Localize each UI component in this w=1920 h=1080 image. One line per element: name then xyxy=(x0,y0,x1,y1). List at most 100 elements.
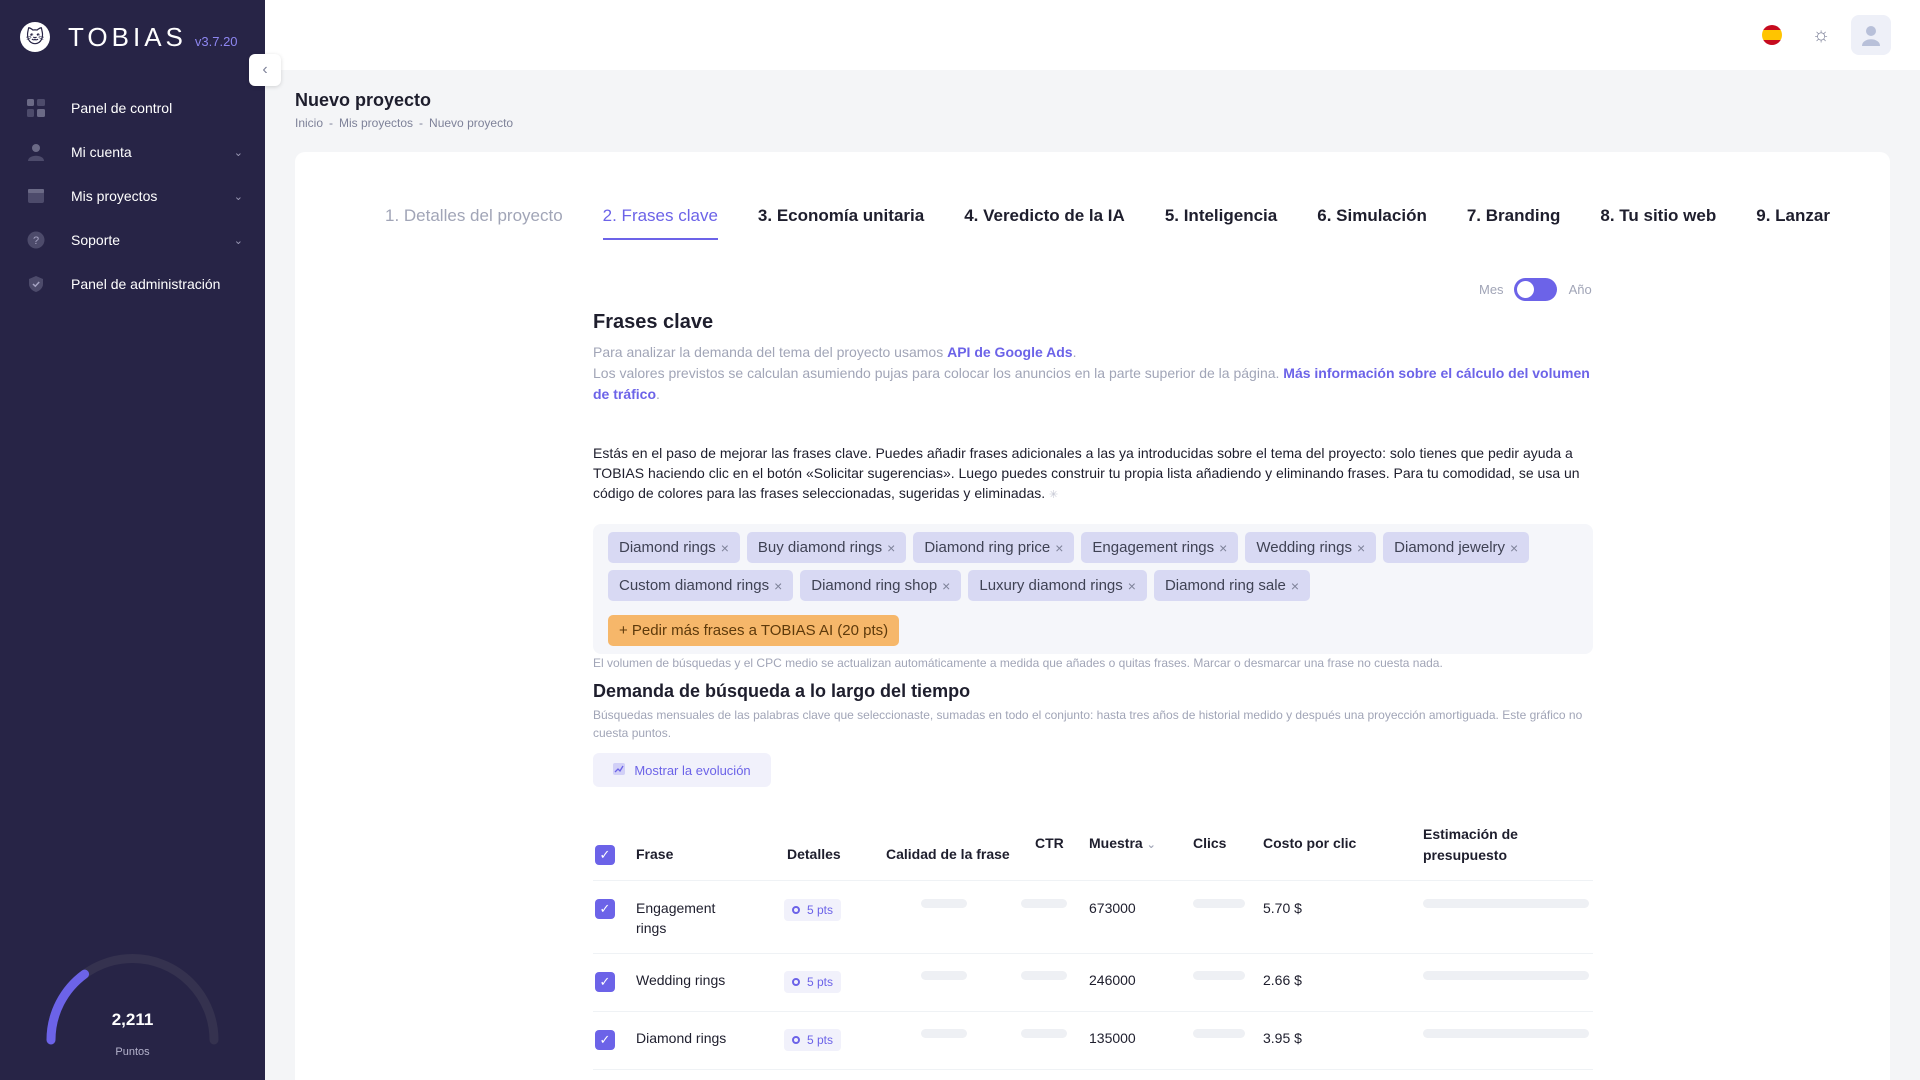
sidebar-item-label: Mis proyectos xyxy=(71,188,158,204)
breadcrumb-separator: - xyxy=(419,116,424,130)
breadcrumb-projects[interactable]: Mis proyectos xyxy=(339,116,413,130)
keyword-tag: Diamond ring shop × xyxy=(800,570,962,601)
details-label: 5 pts xyxy=(807,903,834,917)
page-title: Nuevo proyecto xyxy=(295,90,432,110)
sidebar-item-account[interactable]: Mi cuenta ⌄ xyxy=(0,130,265,174)
header-ctr[interactable]: CTR xyxy=(1035,835,1064,851)
clicks-skeleton xyxy=(1193,971,1245,980)
tab-branding[interactable]: 7. Branding xyxy=(1467,206,1561,240)
tab-ai-verdict[interactable]: 4. Veredicto de la IA xyxy=(964,206,1125,240)
row-frase: Diamond rings xyxy=(636,1030,727,1046)
remove-icon[interactable]: × xyxy=(774,578,782,594)
sidebar-item-projects[interactable]: Mis proyectos ⌄ xyxy=(0,174,265,218)
remove-icon[interactable]: × xyxy=(1357,540,1365,556)
remove-icon[interactable]: × xyxy=(1055,540,1063,556)
brand-name: TOBIAS xyxy=(68,21,187,52)
demand-title: Demanda de búsqueda a lo largo del tiemp… xyxy=(593,681,971,701)
details-badge[interactable]: 5 pts xyxy=(784,899,842,921)
tag-label: Wedding rings xyxy=(1256,539,1352,556)
tag-label: Luxury diamond rings xyxy=(979,577,1123,594)
period-year-label: Año xyxy=(1568,282,1592,297)
header-muestra[interactable]: Muestra ⌄ xyxy=(1089,835,1156,851)
sidebar-item-admin[interactable]: Panel de administración xyxy=(0,262,265,306)
eye-icon xyxy=(792,906,800,914)
sidebar-item-support[interactable]: ? Soporte ⌄ xyxy=(0,218,265,262)
chevron-left-icon: ‹ xyxy=(262,61,268,78)
row-cpc: 3.95 $ xyxy=(1263,1030,1302,1046)
header-cpc[interactable]: Costo por clic xyxy=(1263,835,1356,851)
tab-keywords[interactable]: 2. Frases clave xyxy=(602,206,718,240)
sun-icon[interactable]: ☼ xyxy=(1808,22,1834,48)
keyword-tag: Diamond ring sale × xyxy=(1153,570,1311,601)
select-all-checkbox[interactable]: ✓ xyxy=(595,845,615,865)
google-ads-api-link[interactable]: API de Google Ads xyxy=(947,344,1073,360)
collapse-sidebar-button[interactable]: ‹ xyxy=(249,54,281,86)
user-icon xyxy=(26,142,46,162)
keywords-table: ✓ Frase Detalles Calidad de la frase CTR… xyxy=(593,820,1593,1070)
remove-icon[interactable]: × xyxy=(887,540,895,556)
keyword-tag: Engagement rings × xyxy=(1081,532,1239,563)
keyword-tag: Diamond jewelry × xyxy=(1383,532,1530,563)
keyword-tags: Diamond rings × Buy diamond rings × Diamon… xyxy=(593,524,1593,654)
remove-icon[interactable]: × xyxy=(942,578,950,594)
table-row: ✓ Engagement rings 5 pts 673000 5.70 $ xyxy=(593,881,1593,954)
remove-icon[interactable]: × xyxy=(1219,540,1227,556)
dashboard-icon xyxy=(26,98,46,118)
tab-intelligence[interactable]: 5. Inteligencia xyxy=(1165,206,1277,240)
intro-text: . xyxy=(656,386,660,402)
header-frase[interactable]: Frase xyxy=(636,846,673,862)
table-row: ✓ Diamond rings 5 pts 135000 3.95 $ xyxy=(593,1012,1593,1070)
keywords-description: Estás en el paso de mejorar las frases c… xyxy=(593,443,1593,505)
spain-flag-icon[interactable] xyxy=(1762,25,1782,45)
header-estimacion[interactable]: Estimación de presupuesto xyxy=(1423,824,1543,866)
row-checkbox[interactable]: ✓ xyxy=(595,899,615,919)
tab-simulation[interactable]: 6. Simulación xyxy=(1317,206,1427,240)
ask-more-keywords-button[interactable]: + Pedir más frases a TOBIAS AI (20 pts) xyxy=(608,615,900,646)
details-label: 5 pts xyxy=(807,1033,834,1047)
description-text: Estás en el paso de mejorar las frases c… xyxy=(593,445,1580,501)
sidebar-item-label: Mi cuenta xyxy=(71,144,132,160)
chart-icon xyxy=(613,762,626,778)
shield-icon xyxy=(26,274,46,294)
details-badge[interactable]: 5 pts xyxy=(784,971,842,993)
user-avatar-icon xyxy=(1862,26,1880,46)
clicks-skeleton xyxy=(1193,1029,1245,1038)
remove-icon[interactable]: × xyxy=(1291,578,1299,594)
tag-label: Diamond ring sale xyxy=(1164,577,1286,594)
topbar xyxy=(265,0,1920,70)
tab-unit-economics[interactable]: 3. Economía unitaria xyxy=(758,206,924,240)
tag-label: Diamond jewelry xyxy=(1394,539,1506,556)
header-calidad[interactable]: Calidad de la frase xyxy=(886,846,1010,862)
ctr-skeleton xyxy=(1021,899,1067,908)
intro-text: Los valores previstos se calculan asumie… xyxy=(593,365,1284,381)
tag-label: Engagement rings xyxy=(1092,539,1215,556)
avatar[interactable] xyxy=(1851,15,1891,55)
show-evolution-button[interactable]: Mostrar la evolución xyxy=(593,753,771,787)
remove-icon[interactable]: × xyxy=(1128,578,1136,594)
breadcrumb-home[interactable]: Inicio xyxy=(295,116,323,130)
brand[interactable]: 🐱 TOBIAS v3.7.20 xyxy=(20,20,238,54)
info-icon[interactable]: ✳ xyxy=(1049,489,1058,501)
svg-text:?: ? xyxy=(33,235,39,247)
tab-project-details[interactable]: 1. Detalles del proyecto xyxy=(385,206,563,240)
header-detalles[interactable]: Detalles xyxy=(787,846,841,862)
budget-skeleton xyxy=(1423,1029,1589,1038)
tab-launch[interactable]: 9. Lanzar xyxy=(1756,206,1830,240)
keyword-tag: Custom diamond rings × xyxy=(608,570,794,601)
intro-text: Para analizar la demanda del tema del pr… xyxy=(593,344,948,360)
sidebar-item-dashboard[interactable]: Panel de control xyxy=(0,86,265,130)
tab-website[interactable]: 8. Tu sitio web xyxy=(1600,206,1716,240)
points-label: Puntos xyxy=(115,1046,150,1058)
period-toggle[interactable] xyxy=(1513,278,1557,301)
points-gauge-fill xyxy=(46,969,90,1045)
row-frase: Wedding rings xyxy=(636,972,726,988)
remove-icon[interactable]: × xyxy=(1510,540,1518,556)
tag-label: Custom diamond rings xyxy=(619,577,770,594)
details-badge[interactable]: 5 pts xyxy=(784,1029,842,1051)
tag-label: Buy diamond rings xyxy=(757,539,883,556)
row-checkbox[interactable]: ✓ xyxy=(595,1030,615,1050)
chevron-down-icon: ⌄ xyxy=(233,234,243,247)
remove-icon[interactable]: × xyxy=(721,540,729,556)
header-clics[interactable]: Clics xyxy=(1193,835,1226,851)
row-checkbox[interactable]: ✓ xyxy=(595,972,615,992)
